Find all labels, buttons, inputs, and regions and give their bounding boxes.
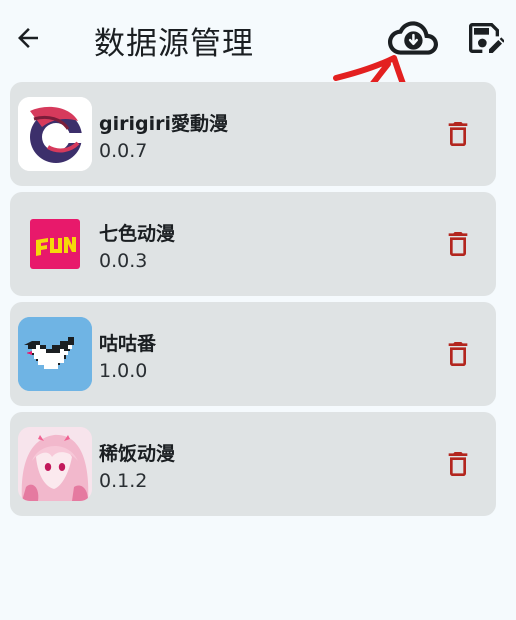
source-version: 0.1.2 bbox=[99, 470, 148, 492]
delete-button[interactable] bbox=[440, 226, 476, 262]
save-edit-icon bbox=[469, 23, 504, 53]
anime-girl-logo bbox=[18, 427, 92, 501]
fun-logo bbox=[18, 207, 92, 281]
save-config-button[interactable] bbox=[462, 16, 506, 60]
import-source-button[interactable] bbox=[386, 16, 440, 60]
source-card[interactable]: 七色动漫 0.0.3 bbox=[10, 192, 496, 296]
source-name: 稀饭动漫 bbox=[99, 443, 176, 465]
delete-button[interactable] bbox=[440, 336, 476, 372]
source-card[interactable]: 稀饭动漫 0.1.2 bbox=[10, 412, 496, 516]
back-button[interactable] bbox=[10, 20, 46, 56]
source-card[interactable]: girigiri愛動漫 0.0.7 bbox=[10, 82, 496, 186]
trash-icon bbox=[448, 342, 468, 366]
source-name: 七色动漫 bbox=[99, 223, 176, 245]
top-app-bar: 数据源管理 bbox=[0, 0, 516, 78]
delete-button[interactable] bbox=[440, 116, 476, 152]
pixel-bird-logo bbox=[18, 317, 92, 391]
page-title: 数据源管理 bbox=[94, 26, 254, 62]
trash-icon bbox=[448, 122, 468, 146]
cloud-download-icon bbox=[388, 21, 438, 55]
source-version: 1.0.0 bbox=[99, 360, 148, 382]
source-name: 咕咕番 bbox=[99, 333, 157, 355]
source-version: 0.0.3 bbox=[99, 250, 148, 272]
source-version: 0.0.7 bbox=[99, 140, 148, 162]
source-card[interactable]: 咕咕番 1.0.0 bbox=[10, 302, 496, 406]
delete-button[interactable] bbox=[440, 446, 476, 482]
source-name: girigiri愛動漫 bbox=[99, 113, 228, 135]
trash-icon bbox=[448, 452, 468, 476]
girigiri-logo bbox=[18, 97, 92, 171]
trash-icon bbox=[448, 232, 468, 256]
arrow-back-icon bbox=[18, 28, 38, 48]
